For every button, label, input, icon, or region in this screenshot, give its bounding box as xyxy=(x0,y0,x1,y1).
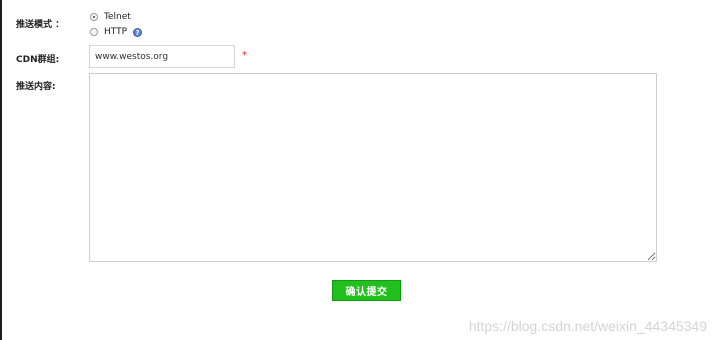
http-label: HTTP xyxy=(104,27,128,37)
push-content-label: 推送内容: xyxy=(16,82,56,92)
submit-button[interactable]: 确认提交 xyxy=(332,280,401,301)
radio-option-telnet[interactable]: Telnet xyxy=(90,12,131,22)
push-form-page: 推送模式 ： Telnet HTTP ? CDN群组: * 推送内容: 确认提交… xyxy=(0,0,715,340)
push-mode-label: 推送模式 ： xyxy=(16,20,65,30)
telnet-label: Telnet xyxy=(104,12,131,22)
http-radio[interactable] xyxy=(90,28,98,36)
watermark-text: https://blog.csdn.net/weixin_44345349 xyxy=(468,318,707,334)
required-marker: * xyxy=(242,50,247,61)
radio-option-http[interactable]: HTTP ? xyxy=(90,27,143,37)
cdn-group-label: CDN群组: xyxy=(16,55,60,65)
push-content-textarea[interactable] xyxy=(89,73,657,262)
telnet-radio[interactable] xyxy=(90,13,98,21)
help-icon[interactable]: ? xyxy=(133,27,143,37)
cdn-group-input[interactable] xyxy=(89,45,235,68)
